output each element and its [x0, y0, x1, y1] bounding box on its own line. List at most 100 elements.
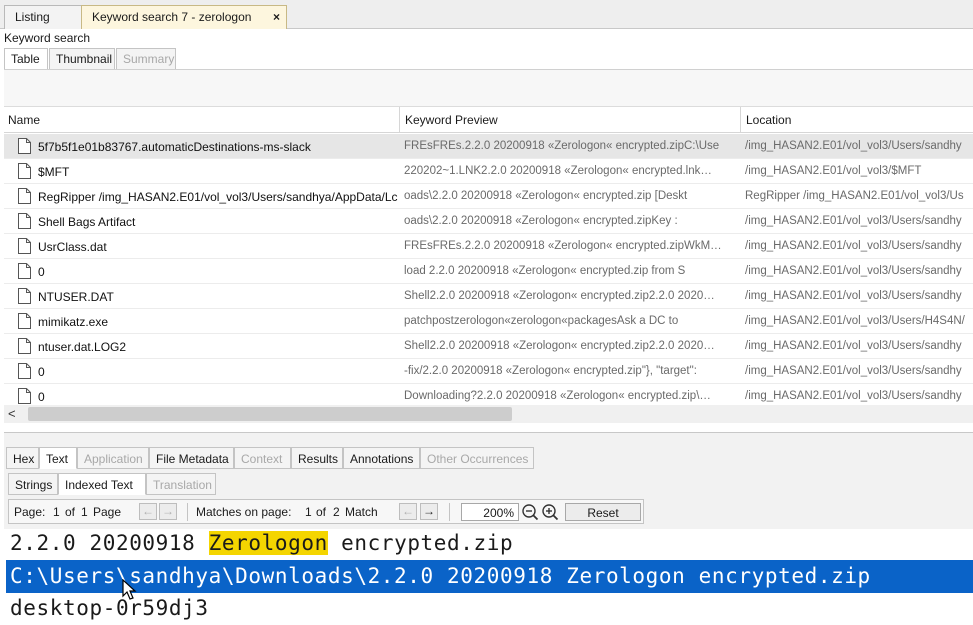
tab-keyword-search[interactable]: Keyword search 7 - zerologon × [81, 5, 287, 29]
cell-keyword-preview: 220202~1.LNK2.2.0 20200918 «Zerologon« e… [404, 165, 712, 177]
cell-name: 0 [38, 365, 45, 379]
zoom-out-icon[interactable] [521, 503, 539, 521]
cell-keyword-preview: Downloading?2.2.0 20200918 «Zerologon« e… [404, 390, 711, 402]
text-segment: 2.2.0 20200918 [10, 531, 209, 555]
page-of: of [65, 505, 76, 519]
tab-other-occurrences-label: Other Occurrences [427, 452, 529, 466]
file-icon [18, 263, 31, 279]
cell-name: RegRipper /img_HASAN2.E01/vol_vol3/Users… [38, 190, 398, 204]
next-page-button[interactable]: → [159, 503, 177, 520]
cell-keyword-preview: Shell2.2.0 20200918 «Zerologon« encrypte… [404, 340, 715, 352]
match-unit: Match [345, 505, 378, 519]
tab-indexed-text[interactable]: Indexed Text [58, 473, 146, 495]
cell-keyword-preview: Shell2.2.0 20200918 «Zerologon« encrypte… [404, 290, 715, 302]
file-icon [18, 238, 31, 254]
toolbar-divider [449, 503, 450, 521]
cell-name: 5f7b5f1e01b83767.automaticDestinations-m… [38, 140, 311, 154]
tab-file-metadata[interactable]: File Metadata [149, 447, 234, 469]
tab-table[interactable]: Table [4, 48, 48, 70]
scrollbar-thumb[interactable] [28, 407, 512, 421]
table-row[interactable]: 5f7b5f1e01b83767.automaticDestinations-m… [4, 134, 973, 159]
match-total: 2 [333, 505, 340, 519]
file-icon [18, 188, 31, 204]
reset-zoom-button[interactable]: Reset [565, 503, 641, 521]
cell-name: UsrClass.dat [38, 240, 107, 254]
table-row[interactable]: $MFT 220202~1.LNK2.2.0 20200918 «Zerologo… [4, 159, 973, 184]
tab-strings[interactable]: Strings [8, 473, 58, 495]
cell-keyword-preview: oads\2.2.0 20200918 «Zerologon« encrypte… [404, 215, 678, 227]
tab-context[interactable]: Context [234, 447, 291, 469]
table-row[interactable]: UsrClass.dat FREsFREs.2.2.0 20200918 «Zer… [4, 234, 973, 259]
cell-location: /img_HASAN2.E01/vol_vol3/Users/sandhy [745, 290, 962, 302]
tab-application[interactable]: Application [77, 447, 149, 469]
cell-location: /img_HASAN2.E01/vol_vol3/Users/H4S4N/ [745, 315, 965, 327]
cell-keyword-preview: FREsFREs.2.2.0 20200918 «Zerologon« encr… [404, 140, 720, 152]
next-match-button[interactable]: → [420, 503, 438, 520]
tab-text-label: Text [46, 452, 69, 466]
table-row[interactable]: NTUSER.DAT Shell2.2.0 20200918 «Zerologon… [4, 284, 973, 309]
cell-name: Shell Bags Artifact [38, 215, 136, 229]
tab-hex[interactable]: Hex [6, 447, 39, 469]
prev-match-button[interactable]: ← [399, 503, 417, 520]
tab-application-label: Application [84, 452, 143, 466]
tab-annotations-label: Annotations [350, 452, 414, 466]
page-unit: Page [93, 505, 122, 519]
scroll-left-arrow-icon[interactable]: < [8, 406, 16, 421]
column-header-location[interactable]: Location [746, 113, 791, 127]
table-row[interactable]: RegRipper /img_HASAN2.E01/vol_vol3/Users… [4, 184, 973, 209]
tab-summary-label: Summary [123, 52, 175, 66]
column-divider[interactable] [740, 107, 741, 133]
page-total: 1 [81, 505, 88, 519]
file-icon [18, 388, 31, 404]
table-row[interactable]: ntuser.dat.LOG2 Shell2.2.0 20200918 «Zero… [4, 334, 973, 359]
zoom-level-field[interactable]: 200% [461, 503, 519, 521]
results-table: Name Keyword Preview Location 5f7b5f1e01… [4, 106, 973, 428]
file-icon [18, 288, 31, 304]
tab-annotations[interactable]: Annotations [343, 447, 420, 469]
file-icon [18, 213, 31, 229]
cell-keyword-preview: oads\2.2.0 20200918 «Zerologon« encrypte… [404, 190, 688, 202]
tab-listing[interactable]: Listing [4, 5, 82, 29]
table-row[interactable]: 0 -fix/2.2.0 20200918 «Zerologon« encrypt… [4, 359, 973, 384]
tab-strings-label: Strings [15, 478, 53, 492]
cell-keyword-preview: load 2.2.0 20200918 «Zerologon« encrypte… [404, 265, 686, 277]
tab-text[interactable]: Text [39, 447, 77, 469]
tab-results-label: Results [298, 452, 339, 466]
tab-indexed-text-label: Indexed Text [65, 478, 133, 492]
keyword-highlight: Zerologon [208, 531, 328, 555]
column-header-keyword-preview[interactable]: Keyword Preview [405, 113, 498, 127]
tab-results[interactable]: Results [291, 447, 343, 469]
tab-thumbnail[interactable]: Thumbnail [49, 48, 115, 70]
tab-listing-label: Listing [15, 10, 50, 24]
cell-name: 0 [38, 390, 45, 404]
tab-keyword-search-label: Keyword search 7 - zerologon [92, 10, 252, 24]
cell-location: RegRipper /img_HASAN2.E01/vol_vol3/Us [745, 190, 964, 202]
mouse-cursor-icon [122, 579, 137, 600]
cell-name: $MFT [38, 165, 70, 179]
column-divider[interactable] [399, 107, 400, 133]
table-row[interactable]: Shell Bags Artifact oads\2.2.0 20200918 «… [4, 209, 973, 234]
indexed-text-view[interactable]: 2.2.0 20200918 Zerologon encrypted.zip C… [4, 529, 973, 625]
horizontal-scrollbar[interactable]: < [4, 405, 973, 423]
file-icon [18, 338, 31, 354]
close-tab-icon[interactable]: × [273, 10, 280, 24]
match-current: 1 [305, 505, 312, 519]
zoom-in-icon[interactable] [541, 503, 559, 521]
file-icon [18, 163, 31, 179]
top-tab-strip: Listing Keyword search 7 - zerologon × [0, 0, 973, 29]
text-line: 2.2.0 20200918 Zerologon encrypted.zip [10, 531, 513, 555]
match-of: of [316, 505, 327, 519]
tab-context-label: Context [241, 452, 283, 466]
file-icon [18, 313, 31, 329]
column-header-name[interactable]: Name [8, 113, 40, 127]
table-row[interactable]: mimikatz.exe patchpostzerologon«zerologon… [4, 309, 973, 334]
table-row[interactable]: 0 load 2.2.0 20200918 «Zerologon« encrypt… [4, 259, 973, 284]
cell-location: /img_HASAN2.E01/vol_vol3/Users/sandhy [745, 340, 962, 352]
tab-translation[interactable]: Translation [146, 473, 216, 495]
tab-thumbnail-label: Thumbnail [56, 52, 113, 66]
tab-other-occurrences[interactable]: Other Occurrences [420, 447, 534, 469]
prev-page-button[interactable]: ← [139, 503, 157, 520]
cell-location: /img_HASAN2.E01/vol_vol3/Users/sandhy [745, 215, 962, 227]
tab-summary[interactable]: Summary [116, 48, 176, 70]
cell-name: 0 [38, 265, 45, 279]
